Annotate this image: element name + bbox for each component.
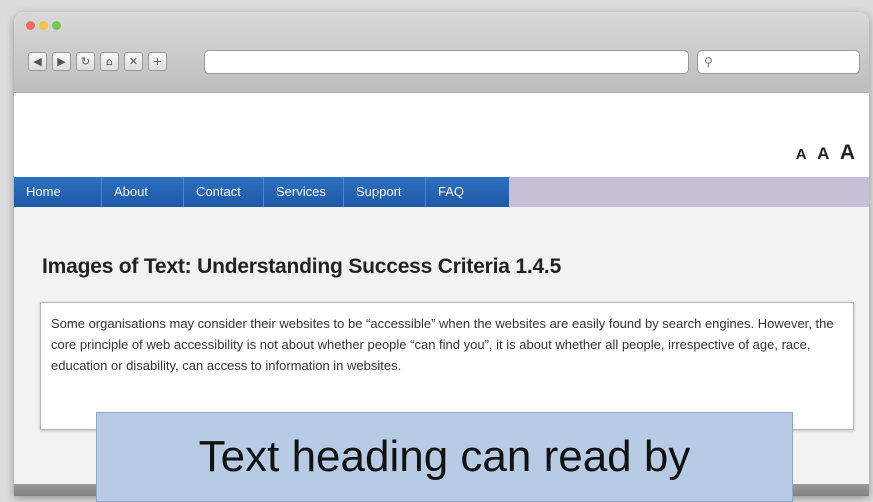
main-nav: Home About Contact Services Support FAQ (14, 177, 869, 207)
caption-overlay: Text heading can read by (96, 412, 793, 502)
site-header: A A A (14, 93, 869, 177)
nav-item-contact[interactable]: Contact (184, 177, 264, 207)
nav-item-home[interactable]: Home (14, 177, 102, 207)
nav-item-about[interactable]: About (102, 177, 184, 207)
address-bar[interactable] (204, 50, 689, 74)
browser-toolbar: ◀ ▶ ↻ ⌂ ✕ + ⚲ (14, 12, 869, 93)
font-size-medium-button[interactable]: A (817, 144, 829, 163)
maximize-window-button[interactable] (52, 21, 61, 30)
page-title: Images of Text: Understanding Success Cr… (42, 255, 562, 278)
forward-icon[interactable]: ▶ (52, 52, 71, 71)
reload-icon[interactable]: ↻ (76, 52, 95, 71)
back-icon[interactable]: ◀ (28, 52, 47, 71)
close-window-button[interactable] (26, 21, 35, 30)
nav-item-faq[interactable]: FAQ (426, 177, 509, 207)
minimize-window-button[interactable] (39, 21, 48, 30)
search-icon: ⚲ (704, 55, 713, 69)
font-size-large-button[interactable]: A (840, 141, 855, 164)
font-size-controls: A A A (790, 141, 855, 165)
content-box: Some organisations may consider their we… (40, 302, 854, 430)
search-input[interactable]: ⚲ (697, 50, 860, 74)
nav-item-services[interactable]: Services (264, 177, 344, 207)
window-controls (26, 21, 61, 30)
nav-item-support[interactable]: Support (344, 177, 426, 207)
nav-buttons: ◀ ▶ ↻ ⌂ ✕ + (28, 52, 167, 71)
home-icon[interactable]: ⌂ (100, 52, 119, 71)
close-icon[interactable]: ✕ (124, 52, 143, 71)
new-tab-icon[interactable]: + (148, 52, 167, 71)
font-size-small-button[interactable]: A (796, 146, 807, 163)
content-paragraph: Some organisations may consider their we… (51, 316, 834, 373)
nav-items: Home About Contact Services Support FAQ (14, 177, 509, 207)
